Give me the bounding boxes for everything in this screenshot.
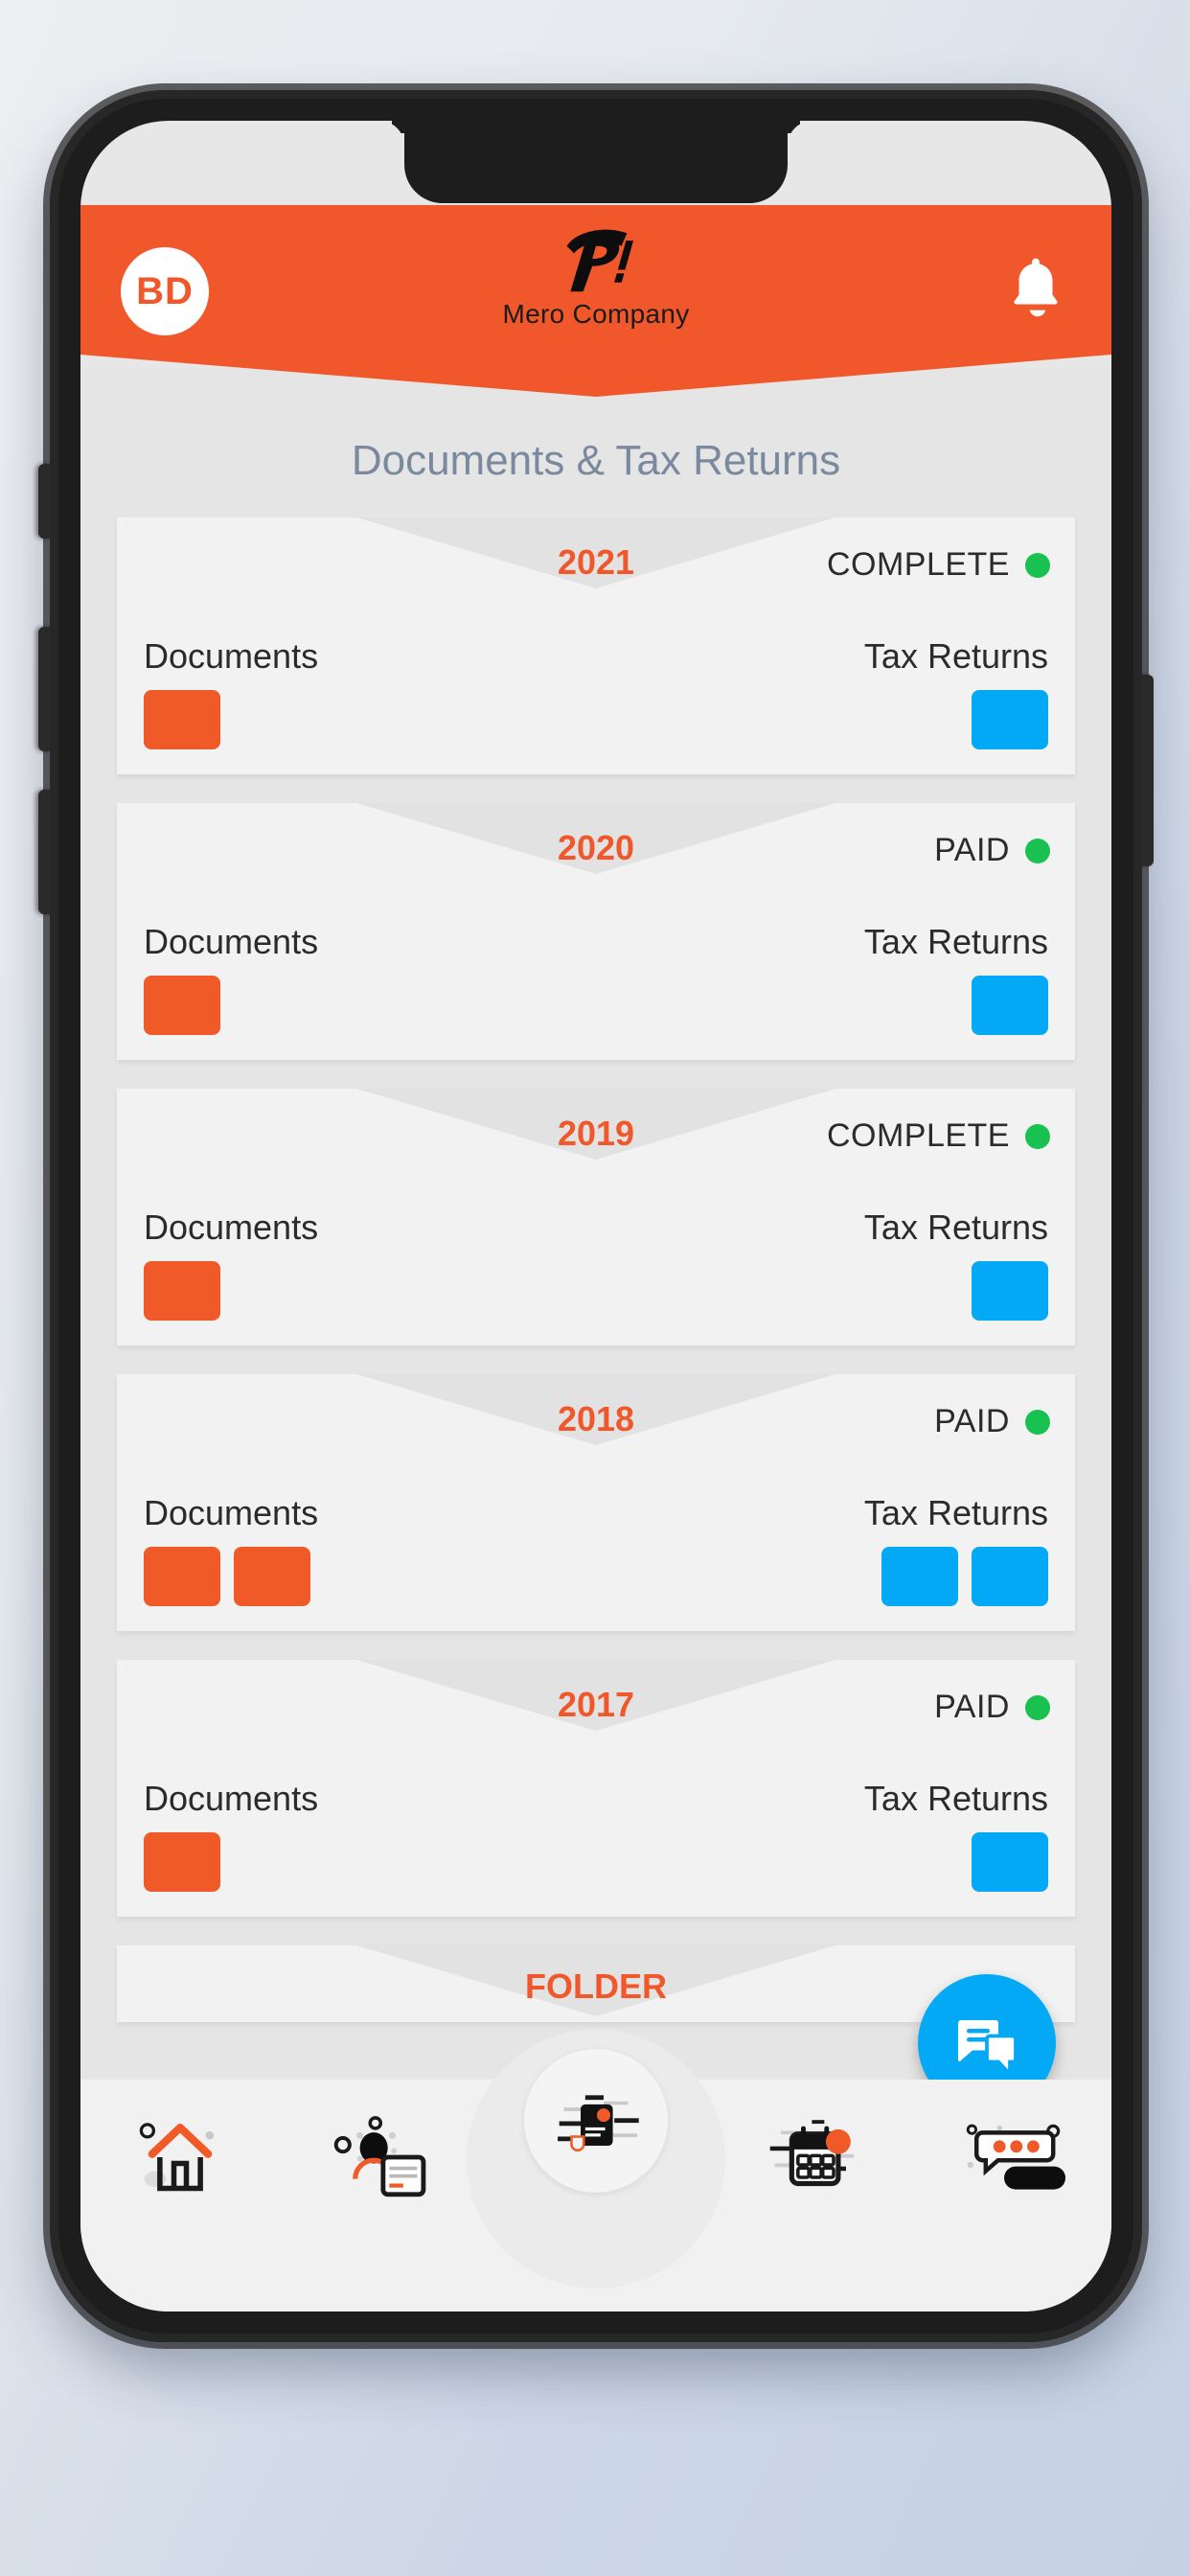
tax-returns-label: Tax Returns [863, 1779, 1048, 1818]
chat-bubbles-icon [957, 2020, 1018, 2074]
card-columns: Documents Tax Returns [117, 1208, 1075, 1321]
tax-returns-column: Tax Returns [864, 636, 1048, 749]
year-card-2018[interactable]: 2018 PAID Documents Tax Returns [117, 1374, 1075, 1631]
home-icon [139, 2123, 214, 2192]
tax-returns-column: Tax Returns [864, 922, 1048, 1035]
year-card-2021[interactable]: 2021 COMPLETE Documents Tax Returns [117, 518, 1075, 774]
documents-tiles [144, 1261, 318, 1321]
calendar-icon [769, 2120, 855, 2187]
status-label: PAID [934, 1403, 1010, 1439]
phone-notch [404, 121, 788, 203]
status-dot-icon [1025, 838, 1050, 863]
tax-return-tile[interactable] [972, 976, 1048, 1035]
year-card-2017[interactable]: 2017 PAID Documents Tax Returns [117, 1660, 1075, 1917]
tax-return-tile[interactable] [972, 1832, 1048, 1892]
documents-label: Documents [144, 1493, 319, 1532]
nav-item-upload[interactable] [505, 2049, 687, 2193]
document-tile[interactable] [234, 1547, 310, 1606]
documents-label: Documents [144, 922, 319, 961]
phone-screen: BD Mero Company Documents & Tax Returns … [80, 121, 1111, 2312]
status-badge: PAID [934, 832, 1050, 869]
chat-message-icon [967, 2124, 1066, 2190]
tax-returns-column: Tax Returns [864, 1208, 1048, 1321]
tax-return-tile[interactable] [972, 690, 1048, 749]
bottom-navigation-bar [80, 2049, 1111, 2312]
card-columns: Documents Tax Returns [117, 636, 1075, 749]
status-badge: COMPLETE [827, 1117, 1050, 1155]
documents-column: Documents [144, 922, 318, 1035]
documents-tiles [144, 976, 318, 1035]
avatar[interactable]: BD [121, 247, 209, 335]
document-tile[interactable] [144, 1832, 220, 1892]
year-label: 2017 [557, 1685, 635, 1724]
tax-return-tile[interactable] [881, 1547, 958, 1606]
volume-up-button[interactable] [38, 627, 52, 751]
nav-item-messages[interactable] [940, 2104, 1084, 2210]
user-document-icon [333, 2116, 426, 2197]
document-tile[interactable] [144, 1547, 220, 1606]
documents-label: Documents [144, 1208, 319, 1247]
year-label: 2018 [557, 1399, 635, 1438]
nav-item-calendar[interactable] [742, 2104, 885, 2210]
nav-center-circle [523, 2049, 668, 2193]
status-badge: PAID [934, 1403, 1050, 1440]
brand-name: Mero Company [502, 299, 690, 329]
tax-return-tile[interactable] [972, 1261, 1048, 1321]
document-tile[interactable] [144, 690, 220, 749]
document-upload-icon [558, 2094, 639, 2151]
document-tile[interactable] [144, 976, 220, 1035]
tax-returns-label: Tax Returns [863, 636, 1048, 676]
documents-column: Documents [144, 636, 318, 749]
card-columns: Documents Tax Returns [117, 1493, 1075, 1606]
documents-label: Documents [144, 1779, 319, 1818]
volume-down-button[interactable] [38, 790, 52, 914]
nav-item-home[interactable] [108, 2104, 252, 2210]
status-dot-icon [1025, 1123, 1050, 1149]
documents-column: Documents [144, 1493, 318, 1606]
tax-returns-column: Tax Returns [864, 1779, 1048, 1892]
status-label: PAID [934, 832, 1010, 868]
status-dot-icon [1025, 1409, 1050, 1435]
notification-bell-icon[interactable] [1002, 251, 1069, 324]
tax-return-tiles [864, 1832, 1048, 1892]
card-columns: Documents Tax Returns [117, 922, 1075, 1035]
documents-label: Documents [144, 636, 319, 676]
document-tile[interactable] [144, 1261, 220, 1321]
silent-switch-button[interactable] [38, 464, 52, 539]
documents-column: Documents [144, 1208, 318, 1321]
documents-tiles [144, 1547, 318, 1606]
power-button[interactable] [1140, 675, 1154, 866]
nav-item-client[interactable] [307, 2104, 450, 2210]
documents-tiles [144, 1832, 318, 1892]
documents-column: Documents [144, 1779, 318, 1892]
page-backdrop: BD Mero Company Documents & Tax Returns … [0, 0, 1190, 2576]
status-dot-icon [1025, 552, 1050, 578]
status-label: PAID [934, 1689, 1010, 1725]
tax-return-tiles [864, 1261, 1048, 1321]
tax-returns-label: Tax Returns [863, 922, 1048, 961]
status-badge: COMPLETE [827, 546, 1050, 584]
tax-return-tiles [864, 1547, 1048, 1606]
phone-frame: BD Mero Company Documents & Tax Returns … [38, 90, 1154, 2342]
tax-returns-column: Tax Returns [864, 1493, 1048, 1606]
status-dot-icon [1025, 1694, 1050, 1720]
year-card-2019[interactable]: 2019 COMPLETE Documents Tax Returns [117, 1089, 1075, 1346]
brand-block: Mero Company [423, 222, 768, 330]
tax-return-tiles [864, 976, 1048, 1035]
status-label: COMPLETE [826, 1117, 1010, 1154]
card-columns: Documents Tax Returns [117, 1779, 1075, 1892]
tax-returns-label: Tax Returns [863, 1208, 1048, 1247]
documents-tiles [144, 690, 318, 749]
status-label: COMPLETE [826, 546, 1010, 583]
status-badge: PAID [934, 1689, 1050, 1726]
tax-return-tile[interactable] [972, 1547, 1048, 1606]
tax-returns-label: Tax Returns [863, 1493, 1048, 1532]
avatar-initials: BD [136, 269, 194, 312]
tax-return-tiles [864, 690, 1048, 749]
p-swoosh-logo-icon [566, 229, 633, 292]
year-card-2020[interactable]: 2020 PAID Documents Tax Returns [117, 803, 1075, 1060]
year-label: 2020 [557, 828, 635, 867]
